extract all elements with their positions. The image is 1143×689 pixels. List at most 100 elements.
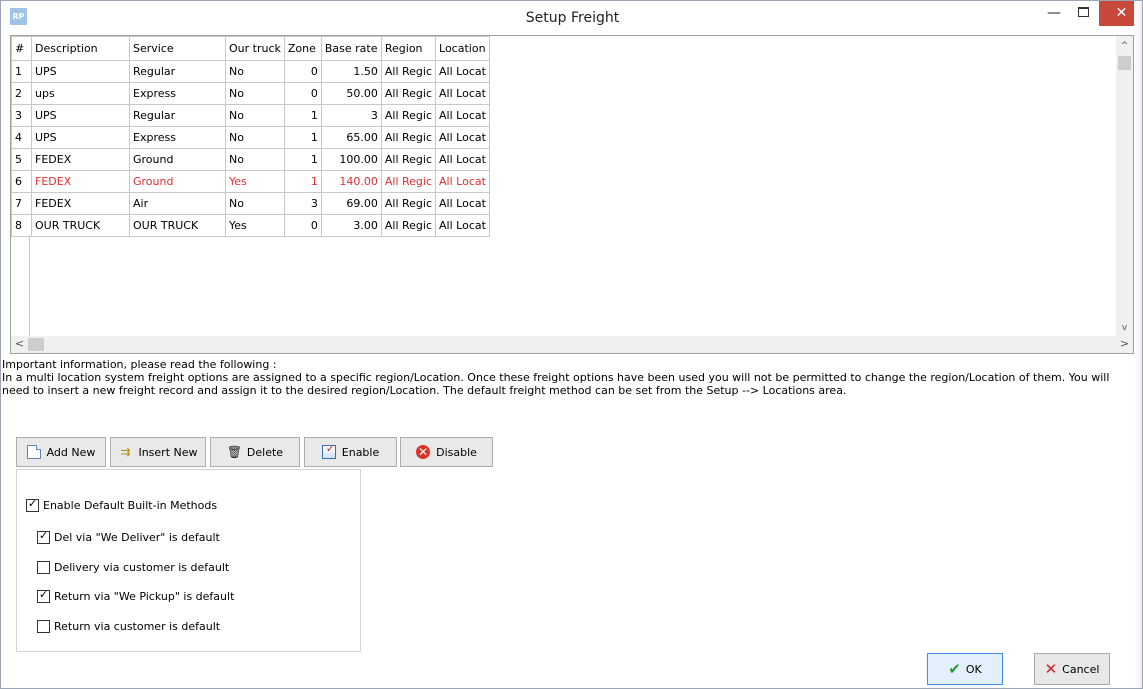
cell-description[interactable]: UPS: [31, 126, 130, 149]
cell-service[interactable]: Express: [129, 82, 226, 105]
table-row[interactable]: 4 UPS Express No 1 65.00 All Regic All L…: [11, 126, 490, 149]
cell-location[interactable]: All Locat: [435, 60, 490, 83]
cell-service[interactable]: Air: [129, 192, 226, 215]
table-row[interactable]: 7 FEDEX Air No 3 69.00 All Regic All Loc…: [11, 192, 490, 215]
cell-base-rate[interactable]: 65.00: [320, 126, 382, 149]
cell-service[interactable]: Express: [129, 126, 226, 149]
column-header-location[interactable]: Location: [435, 36, 490, 61]
cell-region[interactable]: All Regic: [380, 170, 437, 193]
cell-zone[interactable]: 1: [283, 104, 322, 127]
cell-our-truck[interactable]: No: [225, 60, 285, 83]
minimize-button[interactable]: —: [1041, 1, 1067, 26]
column-header-region[interactable]: Region: [380, 36, 437, 61]
cell-service[interactable]: Ground: [129, 170, 226, 193]
cell-description[interactable]: FEDEX: [31, 192, 130, 215]
cell-zone[interactable]: 1: [283, 126, 322, 149]
cell-region[interactable]: All Regic: [380, 214, 437, 237]
cell-our-truck[interactable]: No: [225, 192, 285, 215]
cell-region[interactable]: All Regic: [380, 104, 437, 127]
cell-zone[interactable]: 0: [283, 82, 322, 105]
maximize-button[interactable]: [1070, 1, 1096, 26]
checkbox-checked-icon[interactable]: [37, 529, 50, 544]
cell-service[interactable]: Regular: [129, 104, 226, 127]
column-header-service[interactable]: Service: [129, 36, 226, 61]
cell-zone[interactable]: 0: [283, 60, 322, 83]
return-we-pickup-checkbox[interactable]: Return via "We Pickup" is default: [37, 588, 234, 603]
enable-default-methods-checkbox[interactable]: Enable Default Built-in Methods: [26, 497, 217, 512]
cell-description[interactable]: UPS: [31, 60, 130, 83]
cell-base-rate[interactable]: 1.50: [320, 60, 382, 83]
cell-our-truck[interactable]: No: [225, 148, 285, 171]
cell-base-rate[interactable]: 100.00: [320, 148, 382, 171]
cell-region[interactable]: All Regic: [380, 148, 437, 171]
horizontal-scrollbar[interactable]: < >: [11, 336, 1133, 353]
freight-grid[interactable]: # Description Service Our truck Zone Bas…: [10, 35, 1134, 354]
cell-base-rate[interactable]: 69.00: [320, 192, 382, 215]
cell-zone[interactable]: 0: [283, 214, 322, 237]
scroll-down-icon[interactable]: v: [1116, 320, 1133, 337]
cell-location[interactable]: All Locat: [435, 170, 490, 193]
cell-base-rate[interactable]: 140.00: [320, 170, 382, 193]
enable-button[interactable]: Enable: [304, 437, 397, 467]
cell-location[interactable]: All Locat: [435, 148, 490, 171]
cell-region[interactable]: All Regic: [380, 192, 437, 215]
cell-description[interactable]: UPS: [31, 104, 130, 127]
del-we-deliver-checkbox[interactable]: Del via "We Deliver" is default: [37, 529, 220, 544]
cell-zone[interactable]: 3: [283, 192, 322, 215]
return-customer-checkbox[interactable]: Return via customer is default: [37, 620, 220, 633]
column-header-number[interactable]: #: [11, 36, 32, 61]
cell-base-rate[interactable]: 3.00: [320, 214, 382, 237]
cell-description[interactable]: ups: [31, 82, 130, 105]
add-new-button[interactable]: Add New: [16, 437, 106, 467]
vertical-scroll-thumb[interactable]: [1118, 56, 1131, 70]
cell-region[interactable]: All Regic: [380, 126, 437, 149]
ok-button[interactable]: ✔ OK: [927, 653, 1003, 685]
cell-service[interactable]: OUR TRUCK: [129, 214, 226, 237]
disable-button[interactable]: ✕ Disable: [400, 437, 493, 467]
checkbox-unchecked-icon[interactable]: [37, 620, 50, 633]
scroll-right-icon[interactable]: >: [1116, 336, 1133, 353]
table-row[interactable]: 5 FEDEX Ground No 1 100.00 All Regic All…: [11, 148, 490, 171]
cancel-button[interactable]: ✕ Cancel: [1034, 653, 1110, 685]
column-header-description[interactable]: Description: [31, 36, 130, 61]
cell-location[interactable]: All Locat: [435, 82, 490, 105]
cell-location[interactable]: All Locat: [435, 126, 490, 149]
cell-description[interactable]: FEDEX: [31, 170, 130, 193]
checkbox-checked-icon[interactable]: [37, 588, 50, 603]
cell-our-truck[interactable]: No: [225, 126, 285, 149]
table-row-highlighted[interactable]: 6 FEDEX Ground Yes 1 140.00 All Regic Al…: [11, 170, 490, 193]
checkbox-checked-icon[interactable]: [26, 497, 39, 512]
table-row[interactable]: 8 OUR TRUCK OUR TRUCK Yes 0 3.00 All Reg…: [11, 214, 490, 237]
cell-region[interactable]: All Regic: [380, 82, 437, 105]
horizontal-scroll-thumb[interactable]: [28, 338, 44, 351]
delete-button[interactable]: 🗑 Delete: [210, 437, 300, 467]
table-row[interactable]: 2 ups Express No 0 50.00 All Regic All L…: [11, 82, 490, 105]
cell-our-truck[interactable]: Yes: [225, 170, 285, 193]
cell-our-truck[interactable]: No: [225, 82, 285, 105]
cell-location[interactable]: All Locat: [435, 192, 490, 215]
cell-service[interactable]: Regular: [129, 60, 226, 83]
cell-service[interactable]: Ground: [129, 148, 226, 171]
cell-location[interactable]: All Locat: [435, 104, 490, 127]
cell-region[interactable]: All Regic: [380, 60, 437, 83]
scroll-up-icon[interactable]: ^: [1116, 38, 1133, 55]
cell-zone[interactable]: 1: [283, 170, 322, 193]
cell-location[interactable]: All Locat: [435, 214, 490, 237]
title-bar[interactable]: RP Setup Freight — ✕: [1, 1, 1142, 33]
cell-zone[interactable]: 1: [283, 148, 322, 171]
checkbox-unchecked-icon[interactable]: [37, 561, 50, 574]
table-row[interactable]: 1 UPS Regular No 0 1.50 All Regic All Lo…: [11, 60, 490, 83]
column-header-base-rate[interactable]: Base rate: [320, 36, 382, 61]
cell-base-rate[interactable]: 3: [320, 104, 382, 127]
cell-our-truck[interactable]: No: [225, 104, 285, 127]
vertical-scrollbar[interactable]: ^ v: [1116, 36, 1133, 338]
delivery-customer-checkbox[interactable]: Delivery via customer is default: [37, 561, 229, 574]
cell-description[interactable]: OUR TRUCK: [31, 214, 130, 237]
insert-new-button[interactable]: ⇉ Insert New: [110, 437, 206, 467]
close-button[interactable]: ✕: [1099, 1, 1142, 26]
scroll-left-icon[interactable]: <: [11, 336, 28, 353]
column-header-our-truck[interactable]: Our truck: [225, 36, 285, 61]
column-header-zone[interactable]: Zone: [283, 36, 322, 61]
cell-description[interactable]: FEDEX: [31, 148, 130, 171]
cell-base-rate[interactable]: 50.00: [320, 82, 382, 105]
